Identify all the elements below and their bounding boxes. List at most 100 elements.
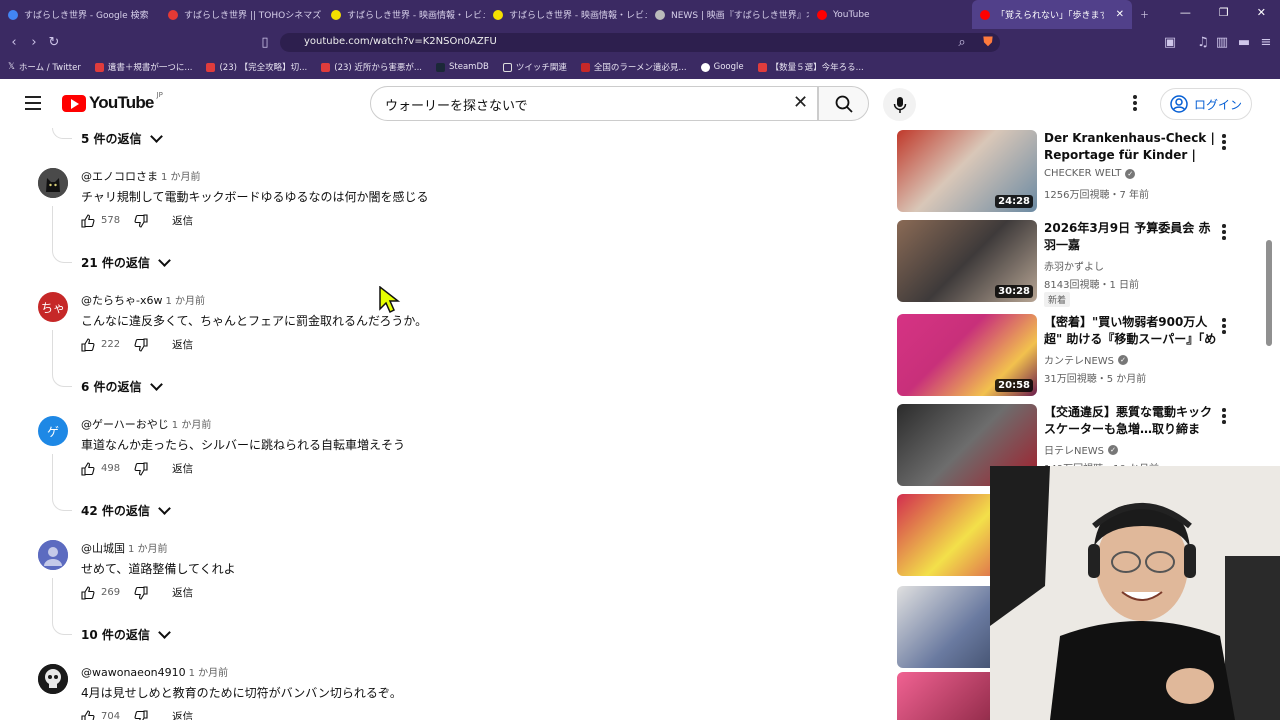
comments-section: 5 件の返信 @エノコロさま 1 か月前 チャリ規制して電動キックボードゆるゆるな…	[0, 128, 890, 720]
bookmark-item[interactable]: (23) 近所から害悪が...	[321, 61, 422, 73]
replies-toggle[interactable]: 42 件の返信	[81, 501, 171, 519]
thumbs-up-icon[interactable]	[81, 709, 95, 720]
recommended-video[interactable]: 24:28 Der Krankenhaus-Check | Reportage …	[896, 128, 1256, 212]
thumbs-up-icon[interactable]	[81, 337, 95, 352]
search-input[interactable]: ウォーリーを探さないで	[370, 86, 818, 121]
comment-time[interactable]: 1 か月前	[161, 172, 201, 183]
settings-menu-icon[interactable]	[1133, 95, 1139, 113]
bookmark-item[interactable]: 【数量５選】今年ろる...	[757, 61, 864, 73]
clear-search-icon[interactable]: ✕	[793, 92, 808, 113]
comment-time[interactable]: 1 か月前	[189, 668, 229, 679]
avatar[interactable]: ゲ	[38, 416, 68, 446]
reply-button[interactable]: 返信	[172, 461, 193, 476]
browser-tab[interactable]: すばらしき世界 - 映画情報・レビュー・評価	[485, 0, 647, 29]
comment-author[interactable]: @たらちゃ-x6w	[81, 294, 162, 307]
video-menu-icon[interactable]	[1222, 224, 1226, 242]
bookmark-item[interactable]: (23) 【完全攻略】切...	[206, 61, 307, 73]
menu-icon[interactable]: ≡	[1256, 35, 1276, 50]
video-channel[interactable]: 赤羽かずよし	[1044, 258, 1104, 273]
reply-button[interactable]: 返信	[172, 709, 193, 720]
bookmark-item[interactable]: 𝕏 ホーム / Twitter	[8, 61, 81, 73]
reply-button[interactable]: 返信	[172, 337, 193, 352]
page-scrollbar[interactable]	[1266, 240, 1272, 346]
browser-tab[interactable]: YouTube	[809, 0, 972, 29]
video-menu-icon[interactable]	[1222, 134, 1226, 152]
login-button[interactable]: ログイン	[1160, 88, 1252, 120]
minimize-icon[interactable]: —	[1180, 6, 1191, 19]
x-logo-icon: 𝕏	[8, 62, 15, 72]
video-channel[interactable]: カンテレNEWS ✓	[1044, 352, 1129, 367]
comment-author[interactable]: @山城国	[81, 542, 125, 555]
thumbs-down-icon[interactable]	[134, 213, 148, 228]
video-channel[interactable]: 日テレNEWS ✓	[1044, 442, 1119, 457]
avatar[interactable]	[38, 168, 68, 198]
close-window-icon[interactable]: ✕	[1257, 6, 1266, 19]
thumbs-down-icon[interactable]	[134, 709, 148, 720]
recommended-video[interactable]: 20:58 【密着】"買い物弱者900万人超" 助ける『移動スーパー』「めち..…	[896, 312, 1256, 396]
video-duration: 20:58	[995, 379, 1033, 392]
video-thumbnail[interactable]: 30:28	[897, 220, 1037, 302]
video-title[interactable]: 【密着】"買い物弱者900万人超" 助ける『移動スーパー』「めち...	[1044, 314, 1219, 350]
avatar[interactable]: ちゃ	[38, 292, 68, 322]
bookmark-item[interactable]: 全国のラーメン遺必見...	[580, 61, 687, 73]
hamburger-menu-icon[interactable]	[25, 96, 41, 110]
comment-author[interactable]: @wawonaeon4910	[81, 666, 186, 679]
reply-button[interactable]: 返信	[172, 213, 193, 228]
browser-tab-active[interactable]: 「覚えられない」「歩きます」違反行為✕	[972, 0, 1132, 29]
forward-icon[interactable]: ›	[24, 35, 44, 50]
video-menu-icon[interactable]	[1222, 408, 1226, 426]
recommended-video[interactable]: 30:28 2026年3月9日 予算委員会 赤羽一嘉 赤羽かずよし 8143回視…	[896, 218, 1256, 307]
replies-toggle[interactable]: 6 件の返信	[81, 377, 163, 395]
comment-author[interactable]: @エノコロさま	[81, 170, 158, 183]
wallet-icon[interactable]: ▬	[1234, 35, 1254, 50]
thumbs-down-icon[interactable]	[134, 585, 148, 600]
maximize-icon[interactable]: ❐	[1219, 6, 1229, 19]
thread-connector	[52, 128, 72, 139]
thumbs-down-icon[interactable]	[134, 461, 148, 476]
media-icon[interactable]: ♫	[1193, 35, 1213, 50]
close-tab-icon[interactable]: ✕	[1116, 9, 1124, 20]
bookmark-item[interactable]: 遺書＋規書が一つに...	[94, 61, 192, 73]
url-field[interactable]: youtube.com/watch?v=K2NSOn0AZFU	[280, 33, 1000, 52]
comment-time[interactable]: 1 か月前	[165, 296, 205, 307]
back-icon[interactable]: ‹	[4, 35, 24, 50]
video-title[interactable]: Der Krankenhaus-Check | Reportage für Ki…	[1044, 130, 1219, 166]
thumbs-up-icon[interactable]	[81, 585, 95, 600]
browser-tab[interactable]: NEWS | 映画『すばらしき世界』オフィシャ	[647, 0, 809, 29]
comment-time[interactable]: 1 か月前	[128, 544, 168, 555]
thumbs-up-icon[interactable]	[81, 213, 95, 228]
zoom-icon[interactable]: ⌕	[952, 35, 972, 50]
reply-button[interactable]: 返信	[172, 585, 193, 600]
reload-icon[interactable]: ↻	[44, 35, 64, 50]
comment-author[interactable]: @ゲーハーおやじ	[81, 418, 169, 431]
extensions-icon[interactable]: ▣	[1160, 35, 1180, 50]
bookmark-icon[interactable]: ▯	[255, 35, 275, 50]
youtube-logo[interactable]: YouTube JP	[62, 91, 163, 113]
avatar[interactable]	[38, 540, 68, 570]
video-thumbnail[interactable]: 24:28	[897, 130, 1037, 212]
video-title[interactable]: 2026年3月9日 予算委員会 赤羽一嘉	[1044, 220, 1219, 254]
mouse-cursor-icon	[379, 286, 401, 314]
brave-shield-icon[interactable]: ⛊	[978, 35, 998, 50]
bookmark-folder[interactable]: ツイッチ関連	[502, 61, 567, 73]
comment-time[interactable]: 1 か月前	[172, 420, 212, 431]
bookmark-item[interactable]: Google	[700, 62, 744, 72]
video-thumbnail[interactable]: 20:58	[897, 314, 1037, 396]
replies-toggle[interactable]: 5 件の返信	[81, 129, 163, 147]
video-channel[interactable]: CHECKER WELT ✓	[1044, 168, 1136, 179]
browser-tab[interactable]: すばらしき世界 - Google 検索	[0, 0, 160, 29]
thumbs-up-icon[interactable]	[81, 461, 95, 476]
avatar[interactable]	[38, 664, 68, 694]
search-button[interactable]	[818, 86, 869, 121]
replies-toggle[interactable]: 21 件の返信	[81, 253, 171, 271]
browser-tab[interactable]: すばらしき世界 - 映画情報・レビュー・評価	[323, 0, 485, 29]
sidebar-icon[interactable]: ▥	[1212, 35, 1232, 50]
thumbs-down-icon[interactable]	[134, 337, 148, 352]
browser-tab[interactable]: すばらしき世界 || TOHOシネマズ	[160, 0, 323, 29]
video-menu-icon[interactable]	[1222, 318, 1226, 336]
video-title[interactable]: 【交通違反】悪質な電動キックスケーターも急増…取り締まる...	[1044, 404, 1219, 440]
bookmark-item[interactable]: SteamDB	[436, 62, 489, 72]
replies-toggle[interactable]: 10 件の返信	[81, 625, 171, 643]
new-tab-button[interactable]: ＋	[1132, 0, 1157, 29]
voice-search-button[interactable]	[883, 88, 916, 121]
